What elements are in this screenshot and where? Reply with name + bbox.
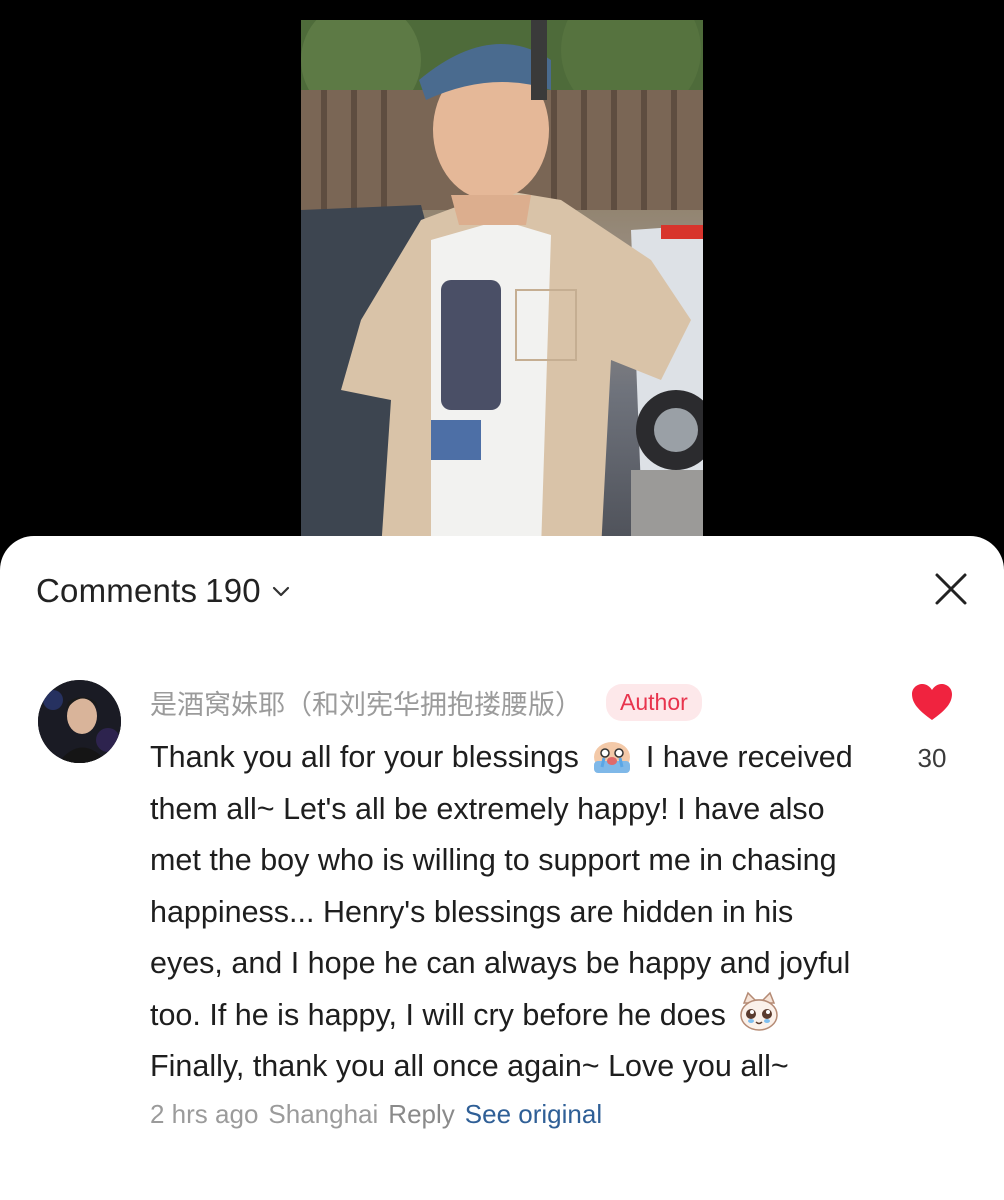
comment-location: Shanghai [268, 1098, 379, 1129]
video-frame-image [301, 20, 703, 550]
username[interactable]: 是酒窝妹耶（和刘宪华拥抱搂腰版） [150, 683, 582, 722]
comment-body: 是酒窝妹耶（和刘宪华拥抱搂腰版） Author Thank you all fo… [150, 680, 870, 1130]
comment-time: 2 hrs ago [150, 1098, 259, 1129]
like-count: 30 [917, 743, 947, 773]
author-badge: Author [606, 683, 702, 721]
close-icon[interactable] [934, 572, 968, 606]
comments-header[interactable]: Comments 190 [36, 572, 293, 610]
avatar-image [38, 680, 121, 763]
app-screen: Comments 190 是酒窝妹耶（和刘宪华拥抱搂腰版） Author Tha… [0, 0, 1004, 1200]
chevron-down-icon[interactable] [269, 579, 293, 603]
comment-text[interactable]: Thank you all for your blessings I have … [150, 732, 870, 1093]
username-row: 是酒窝妹耶（和刘宪华拥抱搂腰版） Author [150, 680, 870, 724]
avatar[interactable] [38, 680, 121, 763]
reply-button[interactable]: Reply [388, 1099, 454, 1129]
comments-title-label: Comments [36, 572, 198, 609]
teary-cat-emoji-icon [740, 991, 779, 1031]
comment-text-part2: I have received them all~ Let's all be e… [150, 740, 862, 1032]
like-control[interactable]: 30 [896, 682, 968, 774]
comments-sheet: Comments 190 是酒窝妹耶（和刘宪华拥抱搂腰版） Author Tha… [0, 536, 1004, 1200]
comments-title: Comments 190 [36, 572, 261, 610]
heart-icon[interactable] [910, 682, 954, 722]
video-preview[interactable] [301, 20, 703, 550]
crying-emoji-icon [594, 742, 631, 773]
comment-meta: 2 hrs ago Shanghai Reply See original [150, 1099, 870, 1130]
see-original-link[interactable]: See original [465, 1099, 602, 1129]
comments-count: 190 [205, 572, 261, 609]
comment-text-part1: Thank you all for your blessings [150, 740, 579, 774]
